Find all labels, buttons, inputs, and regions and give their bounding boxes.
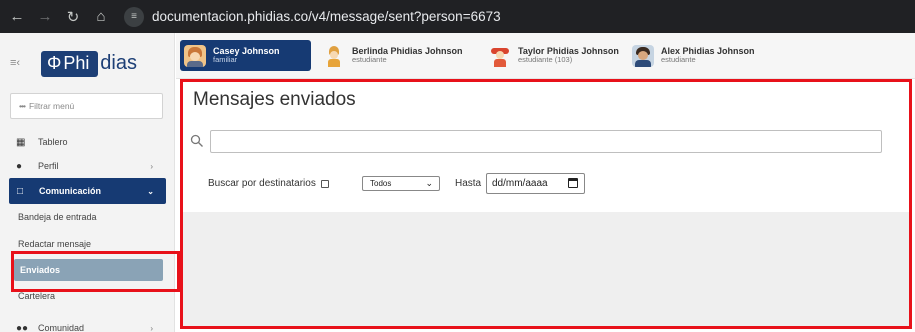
sidebar-item-label: Comunicación bbox=[39, 186, 102, 196]
avatar bbox=[632, 44, 654, 67]
sidebar-item-perfil[interactable]: ● Perfil › bbox=[0, 154, 175, 178]
chevron-down-icon: ⌄ bbox=[147, 186, 154, 196]
sidebar-item-comunicacion[interactable]: □ Comunicación ⌄ bbox=[9, 178, 166, 204]
browser-toolbar: ← → ↻ ⌂ ≡ documentacion.phidias.co/v4/me… bbox=[0, 0, 915, 33]
address-bar[interactable]: documentacion.phidias.co/v4/message/sent… bbox=[152, 9, 501, 24]
highlight-outline-main bbox=[180, 79, 912, 329]
sidebar-subitem-cartelera[interactable]: Cartelera bbox=[18, 291, 55, 301]
logo-box: Φ Phi bbox=[41, 50, 99, 77]
sidebar-subitem-bandeja[interactable]: Bandeja de entrada bbox=[18, 212, 97, 222]
people-icon: ●● bbox=[16, 322, 29, 332]
filter-placeholder: Filtrar menú bbox=[28, 101, 75, 111]
forward-icon[interactable]: → bbox=[34, 6, 56, 28]
person-tab-taylor[interactable]: Taylor Phidias Johnson estudiante (103) bbox=[485, 40, 625, 71]
back-icon[interactable]: ← bbox=[6, 6, 28, 28]
sidebar-item-label: Comunidad bbox=[38, 323, 85, 332]
person-role: familiar bbox=[213, 55, 238, 65]
phidias-logo[interactable]: Φ Phi dias bbox=[41, 49, 137, 78]
logo-text-part2: dias bbox=[100, 52, 137, 74]
avatar bbox=[323, 45, 345, 67]
dashboard-icon: ▦ bbox=[16, 136, 26, 148]
home-icon[interactable]: ⌂ bbox=[90, 6, 112, 28]
person-role: estudiante (103) bbox=[518, 55, 573, 65]
person-tab-casey[interactable]: Casey Johnson familiar bbox=[180, 40, 311, 71]
person-icon: ● bbox=[16, 160, 23, 172]
chevron-right-icon: › bbox=[150, 161, 153, 171]
person-tab-berlinda[interactable]: Berlinda Phidias Johnson estudiante bbox=[319, 40, 469, 71]
avatar bbox=[184, 44, 206, 67]
person-role: estudiante bbox=[352, 55, 387, 65]
message-icon: □ bbox=[17, 185, 24, 197]
filter-menu-input[interactable]: ••• Filtrar menú bbox=[10, 93, 163, 119]
avatar bbox=[489, 45, 511, 67]
logo-text-part1: Phi bbox=[63, 53, 90, 73]
menu-collapse-icon[interactable]: ≡‹ bbox=[10, 57, 20, 69]
sidebar-subitem-redactar[interactable]: Redactar mensaje bbox=[18, 239, 91, 249]
sidebar-item-tablero[interactable]: ▦ Tablero bbox=[0, 130, 175, 154]
sidebar-item-comunidad[interactable]: ●● Comunidad › bbox=[0, 316, 175, 332]
logo-phi-symbol: Φ bbox=[47, 53, 62, 73]
sidebar-item-label: Perfil bbox=[38, 161, 59, 171]
filter-dots-icon: ••• bbox=[19, 101, 26, 111]
person-switcher: Casey Johnson familiar Berlinda Phidias … bbox=[176, 33, 915, 79]
site-settings-icon[interactable]: ≡ bbox=[124, 6, 144, 27]
reload-icon[interactable]: ↻ bbox=[62, 6, 84, 28]
chevron-right-icon: › bbox=[150, 323, 153, 332]
person-role: estudiante bbox=[661, 55, 696, 65]
highlight-outline-enviados bbox=[11, 251, 180, 292]
person-tab-alex[interactable]: Alex Phidias Johnson estudiante bbox=[628, 40, 778, 71]
sidebar-item-label: Tablero bbox=[38, 137, 68, 147]
